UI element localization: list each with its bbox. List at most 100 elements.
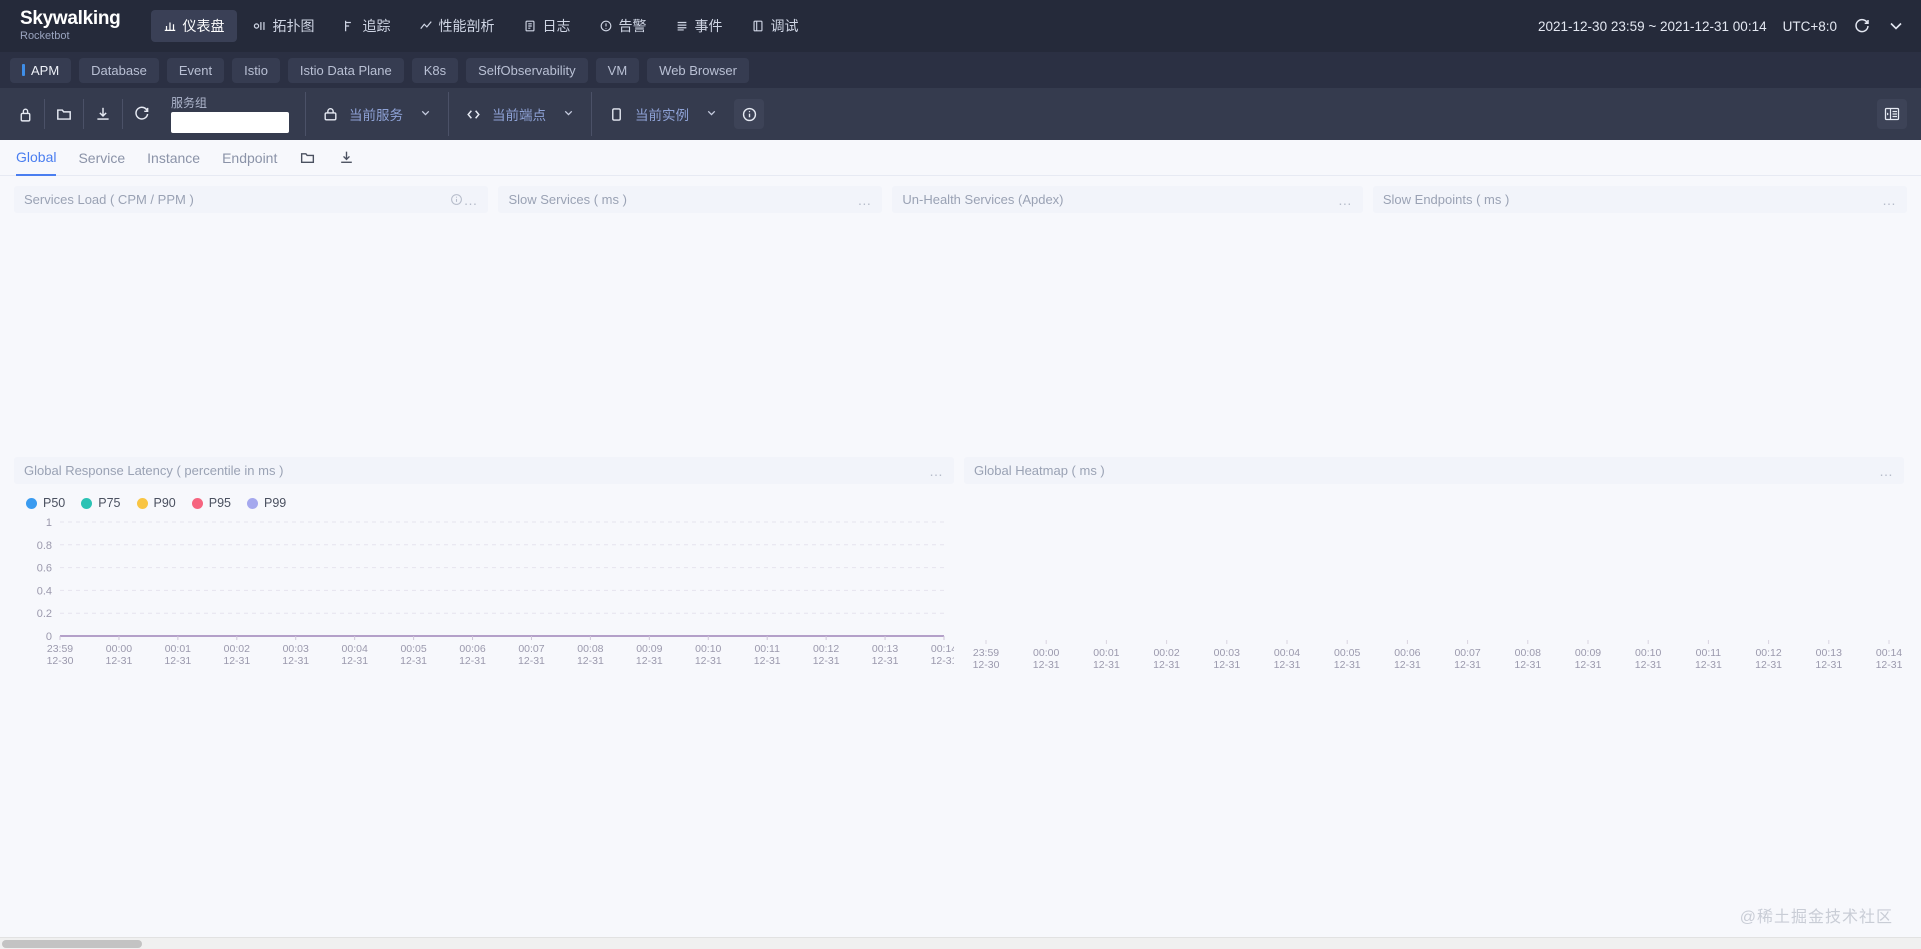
widget-title: Slow Endpoints ( ms ) — [1382, 192, 1510, 207]
nav-item-profile[interactable]: 性能剖析 — [407, 10, 507, 42]
log-icon — [523, 19, 537, 33]
time-range-label[interactable]: 2021-12-30 23:59 ~ 2021-12-31 00:14 — [1538, 19, 1767, 34]
import-icon[interactable] — [86, 97, 120, 131]
service-group-input[interactable] — [171, 111, 289, 133]
service-group-label: 服务组 — [171, 95, 208, 110]
divider — [448, 92, 449, 136]
widget-body — [498, 213, 882, 443]
selector-toolbar: 服务组 当前服务 当前端点 当前实例 — [0, 88, 1921, 140]
endpoint-icon — [465, 106, 482, 123]
sub-tab-instance[interactable]: Instance — [147, 140, 200, 176]
nav-item-trace[interactable]: 追踪 — [331, 10, 403, 42]
sub-tab-endpoint[interactable]: Endpoint — [222, 140, 277, 176]
chevron-down-icon — [562, 106, 575, 122]
panel-toggle-icon[interactable] — [1877, 99, 1907, 129]
legend-item-p99[interactable]: P99 — [247, 496, 286, 510]
heatmap-chart[interactable]: 23:59 12-30 00:00 12-31 00:01 12-31 00:02 12-31… — [964, 518, 1904, 703]
sub-tab-service[interactable]: Service — [78, 140, 125, 176]
latency-chart[interactable]: 0 0.2 0.4 0.6 0.8 1 23:59 12-30 00:00 12-31 00:01 1… — [14, 514, 958, 699]
svg-text:00:12: 00:12 — [813, 643, 839, 655]
svg-text:00:03: 00:03 — [283, 643, 309, 655]
chart-legend: P50 P75 P90 P95 P99 — [14, 484, 954, 514]
svg-text:12-31: 12-31 — [400, 655, 427, 667]
svg-text:00:13: 00:13 — [872, 643, 898, 655]
chevron-down-icon — [705, 106, 718, 122]
legend-item-p90[interactable]: P90 — [136, 496, 176, 510]
widget-row-1: Services Load ( CPM / PPM ) … Slow Servi… — [14, 186, 1907, 443]
event-icon — [675, 19, 689, 33]
dashboard-tab-label: SelfObservability — [478, 62, 576, 78]
svg-text:12-31: 12-31 — [1213, 659, 1240, 671]
endpoint-selector[interactable]: 当前端点 — [459, 104, 581, 124]
download-icon[interactable] — [338, 149, 355, 166]
svg-text:00:14: 00:14 — [1876, 647, 1902, 659]
sub-tab-label: Instance — [147, 149, 201, 166]
dashboard-tab-selfobservability[interactable]: SelfObservability — [466, 57, 588, 83]
widget-header: Slow Endpoints ( ms ) … — [1372, 186, 1907, 213]
nav-item-topology[interactable]: 拓扑图 — [241, 10, 327, 42]
widget-menu-icon[interactable]: … — [857, 193, 872, 207]
widget-body — [1373, 213, 1907, 443]
svg-text:12-30: 12-30 — [973, 659, 1000, 671]
svg-text:00:10: 00:10 — [1635, 647, 1661, 659]
widget-menu-icon[interactable]: … — [929, 464, 944, 478]
svg-text:00:11: 00:11 — [754, 643, 780, 655]
svg-text:00:12: 00:12 — [1755, 647, 1781, 659]
legend-item-p95[interactable]: P95 — [191, 496, 231, 510]
svg-text:12-31: 12-31 — [1394, 659, 1421, 671]
svg-text:12-31: 12-31 — [813, 655, 840, 667]
svg-text:00:05: 00:05 — [1334, 647, 1360, 659]
dashboard-tab-istio[interactable]: Istio — [232, 57, 280, 83]
info-icon[interactable] — [450, 193, 463, 206]
chevron-down-icon[interactable] — [1887, 17, 1905, 35]
dashboard-tab-k8s[interactable]: K8s — [411, 57, 459, 83]
widget-header: Global Response Latency ( percentile in … — [14, 457, 954, 484]
svg-text:00:04: 00:04 — [342, 643, 368, 655]
legend-item-p50[interactable]: P50 — [26, 496, 65, 510]
app-logo[interactable]: Skywalking Rocketbot — [14, 9, 121, 43]
reload-icon[interactable] — [125, 97, 159, 131]
horizontal-scrollbar[interactable] — [0, 937, 1921, 949]
dashboard-board: Services Load ( CPM / PPM ) … Slow Servi… — [0, 176, 1921, 703]
folder-icon[interactable] — [47, 97, 81, 131]
dashboard-tab-database[interactable]: Database — [79, 57, 159, 83]
svg-text:12-31: 12-31 — [1093, 659, 1120, 671]
refresh-icon[interactable] — [1853, 17, 1871, 35]
legend-item-p75[interactable]: P75 — [81, 496, 121, 510]
service-selector[interactable]: 当前服务 — [316, 104, 438, 124]
svg-text:12-31: 12-31 — [636, 655, 663, 667]
dashboard-tab-istio-data-plane[interactable]: Istio Data Plane — [287, 57, 404, 83]
nav-item-dashboard[interactable]: 仪表盘 — [150, 10, 237, 42]
svg-text:0.2: 0.2 — [37, 608, 52, 620]
widget-title: Global Heatmap ( ms ) — [974, 463, 1105, 478]
brand-name: Skywalking — [20, 8, 121, 29]
dashboard-tab-event[interactable]: Event — [166, 57, 225, 83]
widget-menu-icon[interactable]: … — [1879, 464, 1894, 478]
svg-text:00:01: 00:01 — [1093, 647, 1119, 659]
dashboard-tab-label: APM — [31, 62, 60, 78]
nav-item-log[interactable]: 日志 — [511, 10, 583, 42]
lock-icon[interactable] — [8, 97, 42, 131]
info-icon[interactable] — [734, 99, 764, 129]
sub-tab-label: Global — [16, 148, 57, 165]
legend-label: P95 — [208, 496, 231, 510]
svg-text:00:10: 00:10 — [695, 643, 721, 655]
dashboard-tab-apm[interactable]: APM — [10, 57, 72, 83]
timezone-label[interactable]: UTC+8:0 — [1783, 19, 1837, 34]
folder-icon[interactable] — [299, 149, 316, 166]
top-right-controls: 2021-12-30 23:59 ~ 2021-12-31 00:14 UTC+… — [1538, 0, 1905, 52]
nav-item-debug[interactable]: 调试 — [739, 10, 811, 42]
scrollbar-thumb[interactable] — [2, 940, 142, 948]
svg-text:00:00: 00:00 — [1033, 647, 1059, 659]
instance-selector[interactable]: 当前实例 — [602, 104, 724, 124]
dashboard-tab-vm[interactable]: VM — [595, 57, 640, 83]
widget-menu-icon[interactable]: … — [463, 193, 478, 207]
nav-item-alarm[interactable]: 告警 — [587, 10, 659, 42]
nav-item-event[interactable]: 事件 — [663, 10, 735, 42]
widget-menu-icon[interactable]: … — [1882, 193, 1897, 207]
svg-text:12-31: 12-31 — [282, 655, 309, 667]
widget-menu-icon[interactable]: … — [1338, 193, 1353, 207]
dashboard-tab-web-browser[interactable]: Web Browser — [647, 57, 749, 83]
widget-unhealth-services: Un-Health Services (Apdex) … — [892, 186, 1363, 443]
sub-tab-global[interactable]: Global — [16, 140, 57, 176]
